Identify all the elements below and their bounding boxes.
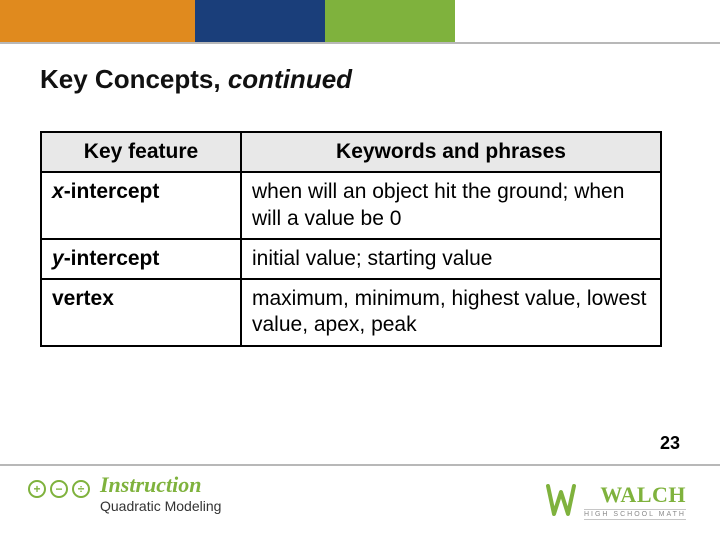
table-header-feature: Key feature xyxy=(41,132,241,172)
publisher-logo: WALCH HIGH SCHOOL MATH xyxy=(546,482,686,520)
section-label: Instruction xyxy=(100,472,202,498)
title-main: Key Concepts, xyxy=(40,64,228,94)
publisher-brand: WALCH xyxy=(584,482,686,508)
publisher-tagline: HIGH SCHOOL MATH xyxy=(584,509,686,520)
publisher-text: WALCH HIGH SCHOOL MATH xyxy=(584,482,686,520)
table-header-phrases: Keywords and phrases xyxy=(241,132,661,172)
content-area: Key Concepts, continued Key feature Keyw… xyxy=(0,46,720,464)
table-row: y-intercept initial value; starting valu… xyxy=(41,239,661,279)
phrases-cell: when will an object hit the ground; when… xyxy=(241,172,661,239)
phrases-cell: maximum, minimum, highest value, lowest … xyxy=(241,279,661,346)
key-concepts-table: Key feature Keywords and phrases x-inter… xyxy=(40,131,662,347)
walch-mark-icon xyxy=(546,484,576,518)
table-row: x-intercept when will an object hit the … xyxy=(41,172,661,239)
feature-cell: y-intercept xyxy=(41,239,241,279)
slide-title: Key Concepts, continued xyxy=(40,64,680,95)
header-seg-blue xyxy=(195,0,325,42)
table-row: vertex maximum, minimum, highest value, … xyxy=(41,279,661,346)
phrases-cell: initial value; starting value xyxy=(241,239,661,279)
plus-icon: + xyxy=(28,480,46,498)
feature-cell: vertex xyxy=(41,279,241,346)
footer-subtitle: Quadratic Modeling xyxy=(100,498,221,514)
header-color-bar xyxy=(0,0,720,42)
title-continued: continued xyxy=(228,64,352,94)
badge-icons: + − ÷ xyxy=(28,480,90,498)
page-number: 23 xyxy=(660,433,680,454)
header-divider xyxy=(0,42,720,44)
header-seg-green xyxy=(325,0,455,42)
feature-cell: x-intercept xyxy=(41,172,241,239)
minus-icon: − xyxy=(50,480,68,498)
header-seg-orange xyxy=(0,0,195,42)
footer-bar: + − ÷ Instruction Quadratic Modeling WAL… xyxy=(0,466,720,540)
divide-icon: ÷ xyxy=(72,480,90,498)
header-seg-white xyxy=(455,0,720,42)
